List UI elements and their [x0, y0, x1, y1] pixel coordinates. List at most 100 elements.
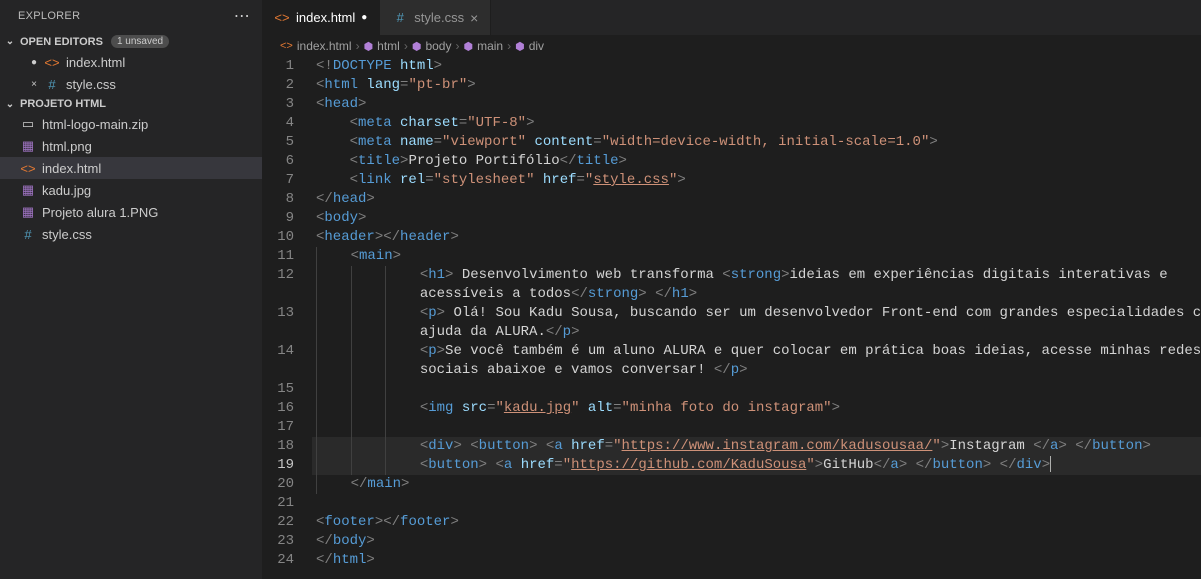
breadcrumb-item[interactable]: ⬢html: [364, 39, 400, 53]
chevron-right-icon: ›: [455, 39, 459, 53]
project-file-item[interactable]: # style.css: [0, 223, 262, 245]
app-root: EXPLORER ⋯ ⌄ OPEN EDITORS 1 unsaved ● <> i…: [0, 0, 1201, 579]
chevron-right-icon: ›: [404, 39, 408, 53]
editor-tab[interactable]: # style.css ×: [380, 0, 491, 35]
breadcrumb-item[interactable]: <> index.html: [280, 39, 352, 53]
breadcrumb[interactable]: <>index.html›⬢html›⬢body›⬢main›⬢div: [262, 35, 1201, 57]
file-name: html.png: [42, 139, 92, 154]
code-line[interactable]: <meta charset="UTF-8">: [312, 114, 1201, 133]
code-line[interactable]: <div> <button> <a href="https://www.inst…: [312, 437, 1201, 456]
code-line[interactable]: sociais abaixoe e vamos conversar! </p>: [312, 361, 1201, 380]
tab-label: style.css: [414, 10, 464, 25]
image-file-icon: ▦: [22, 138, 34, 154]
project-label: PROJETO HTML: [20, 98, 106, 110]
code-line[interactable]: <h1> Desenvolvimento web transforma <str…: [312, 266, 1201, 285]
element-icon: ⬢: [364, 40, 374, 53]
code-line[interactable]: [312, 418, 1201, 437]
explorer-header: EXPLORER ⋯: [0, 0, 262, 32]
code-line[interactable]: <meta name="viewport" content="width=dev…: [312, 133, 1201, 152]
css-file-icon: #: [397, 10, 404, 25]
code-line[interactable]: acessíveis a todos</strong> </h1>: [312, 285, 1201, 304]
file-name: style.css: [42, 227, 92, 242]
project-header[interactable]: ⌄ PROJETO HTML: [0, 95, 262, 113]
image-file-icon: ▦: [22, 182, 34, 198]
code-editor[interactable]: 123456789101112131415161718192021222324 …: [262, 57, 1201, 579]
open-editor-item[interactable]: ● <> index.html: [0, 51, 262, 73]
code-line[interactable]: <!DOCTYPE html>: [312, 57, 1201, 76]
code-line[interactable]: </head>: [312, 190, 1201, 209]
breadcrumb-label: body: [425, 39, 451, 53]
code-line[interactable]: [312, 494, 1201, 513]
code-line[interactable]: <title>Projeto Portifólio</title>: [312, 152, 1201, 171]
html-file-icon: <>: [20, 161, 35, 176]
breadcrumb-label: main: [477, 39, 503, 53]
line-gutter: 123456789101112131415161718192021222324: [262, 57, 312, 579]
project-file-item[interactable]: ▦ kadu.jpg: [0, 179, 262, 201]
modified-dot-icon: ●: [361, 12, 367, 23]
code-line[interactable]: <p> Olá! Sou Kadu Sousa, buscando ser um…: [312, 304, 1201, 323]
file-name: style.css: [66, 77, 116, 92]
code-line[interactable]: ajuda da ALURA.</p>: [312, 323, 1201, 342]
project-file-list: ▭ html-logo-main.zip ▦ html.png <> index.html…: [0, 113, 262, 245]
css-file-icon: #: [24, 227, 31, 242]
open-editors-header[interactable]: ⌄ OPEN EDITORS 1 unsaved: [0, 32, 262, 51]
zip-file-icon: ▭: [22, 116, 34, 132]
code-line[interactable]: <button> <a href="https://github.com/Kad…: [312, 456, 1201, 475]
element-icon: ⬢: [463, 40, 473, 53]
breadcrumb-label: div: [529, 39, 544, 53]
close-icon[interactable]: ×: [30, 79, 38, 90]
html-file-icon: <>: [44, 55, 59, 70]
chevron-down-icon: ⌄: [4, 99, 16, 110]
breadcrumb-item[interactable]: ⬢body: [412, 39, 452, 53]
tab-label: index.html: [296, 10, 355, 25]
editor-area: <>index.html●#style.css× <>index.html›⬢h…: [262, 0, 1201, 579]
code-line[interactable]: </html>: [312, 551, 1201, 570]
open-editors-list: ● <> index.html × # style.css: [0, 51, 262, 95]
unsaved-badge: 1 unsaved: [111, 35, 169, 48]
modified-dot-icon[interactable]: ●: [30, 57, 38, 68]
editor-tabs: <> index.html ● # style.css ×: [262, 0, 1201, 35]
breadcrumb-item[interactable]: ⬢ div: [515, 39, 544, 53]
file-name: Projeto alura 1.PNG: [42, 205, 158, 220]
code-line[interactable]: </main>: [312, 475, 1201, 494]
chevron-right-icon: ›: [356, 39, 360, 53]
project-file-item[interactable]: ▭ html-logo-main.zip: [0, 113, 262, 135]
code-line[interactable]: <head>: [312, 95, 1201, 114]
file-name: index.html: [42, 161, 101, 176]
text-cursor: [1050, 456, 1051, 472]
project-file-item[interactable]: <> index.html: [0, 157, 262, 179]
chevron-right-icon: ›: [507, 39, 511, 53]
breadcrumb-label: index.html: [297, 39, 352, 53]
code-line[interactable]: <header></header>: [312, 228, 1201, 247]
code-line[interactable]: <img src="kadu.jpg" alt="minha foto do i…: [312, 399, 1201, 418]
element-icon: ⬢: [515, 40, 525, 53]
breadcrumb-item[interactable]: ⬢ main: [463, 39, 503, 53]
file-name: html-logo-main.zip: [42, 117, 148, 132]
code-line[interactable]: <body>: [312, 209, 1201, 228]
code-content[interactable]: <!DOCTYPE html><html lang="pt-br"><head>…: [312, 57, 1201, 579]
file-name: kadu.jpg: [42, 183, 91, 198]
open-editor-item[interactable]: × # style.css: [0, 73, 262, 95]
file-name: index.html: [66, 55, 125, 70]
html-file-icon: <>: [274, 10, 289, 25]
element-icon: ⬢: [412, 40, 422, 53]
code-line[interactable]: <link rel="stylesheet" href="style.css">: [312, 171, 1201, 190]
code-line[interactable]: [312, 380, 1201, 399]
project-file-item[interactable]: ▦ Projeto alura 1.PNG: [0, 201, 262, 223]
code-line[interactable]: <main>: [312, 247, 1201, 266]
code-line[interactable]: <footer></footer>: [312, 513, 1201, 532]
explorer-more-icon[interactable]: ⋯: [234, 6, 250, 26]
code-line[interactable]: <html lang="pt-br">: [312, 76, 1201, 95]
close-icon[interactable]: ×: [470, 10, 478, 26]
open-editors-label: OPEN EDITORS: [20, 36, 103, 48]
css-file-icon: #: [48, 77, 55, 92]
breadcrumb-label: html: [377, 39, 400, 53]
html-file-icon: <>: [280, 40, 293, 52]
image-file-icon: ▦: [22, 204, 34, 220]
explorer-sidebar: EXPLORER ⋯ ⌄ OPEN EDITORS 1 unsaved ● <> i…: [0, 0, 262, 579]
code-line[interactable]: </body>: [312, 532, 1201, 551]
editor-tab[interactable]: <> index.html ●: [262, 0, 380, 35]
project-file-item[interactable]: ▦ html.png: [0, 135, 262, 157]
explorer-title: EXPLORER: [18, 10, 80, 22]
code-line[interactable]: <p>Se você também é um aluno ALURA e que…: [312, 342, 1201, 361]
